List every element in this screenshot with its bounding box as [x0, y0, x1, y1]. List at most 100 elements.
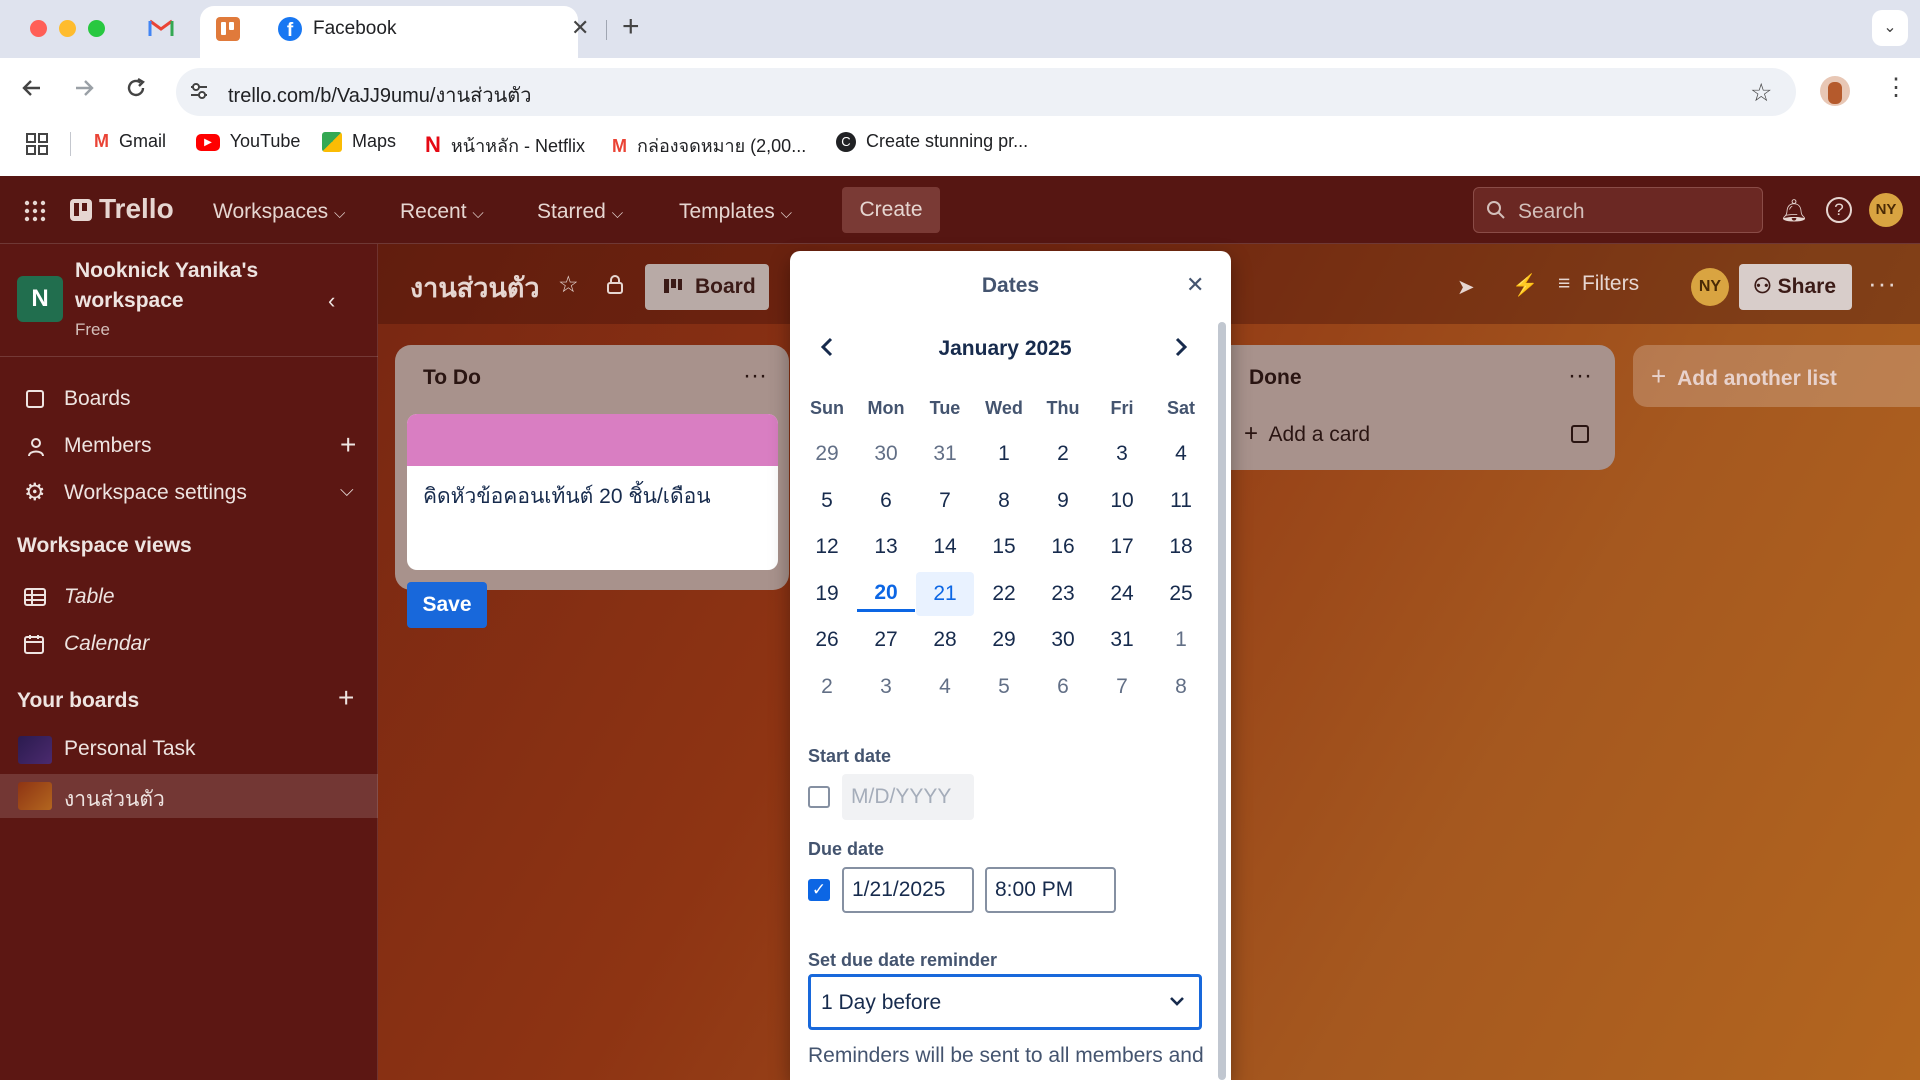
apps-grid-icon[interactable] — [26, 133, 48, 155]
card-editor[interactable]: คิดหัวข้อคอนเท้นต์ 20 ชิ้น/เดือน — [407, 414, 778, 570]
card-text-input[interactable]: คิดหัวข้อคอนเท้นต์ 20 ชิ้น/เดือน — [407, 466, 778, 527]
due-time-input[interactable]: 8:00 PM — [985, 867, 1116, 913]
calendar-day[interactable]: 9 — [1034, 479, 1092, 523]
calendar-day[interactable]: 6 — [1034, 665, 1092, 709]
calendar-day[interactable]: 8 — [975, 479, 1033, 523]
bookmark-gmail[interactable]: M Gmail — [94, 131, 166, 152]
calendar-day[interactable]: 3 — [1093, 432, 1151, 476]
calendar-day-selected[interactable]: 21 — [916, 572, 974, 616]
power-ups-icon[interactable]: ➤ — [1457, 275, 1475, 300]
list-menu-icon[interactable]: ··· — [1568, 362, 1592, 390]
nav-workspaces[interactable]: Workspaces ⌵ — [213, 200, 345, 224]
card-template-icon[interactable] — [1571, 425, 1589, 443]
calendar-day[interactable]: 27 — [857, 618, 915, 662]
calendar-day[interactable]: 31 — [916, 432, 974, 476]
minimize-window-button[interactable] — [59, 20, 76, 37]
calendar-day[interactable]: 30 — [857, 432, 915, 476]
calendar-day[interactable]: 15 — [975, 525, 1033, 569]
calendar-day[interactable]: 5 — [975, 665, 1033, 709]
app-switcher-icon[interactable] — [24, 200, 46, 222]
reminder-select[interactable]: 1 Day before — [808, 974, 1202, 1030]
calendar-day[interactable]: 8 — [1152, 665, 1210, 709]
calendar-day[interactable]: 13 — [857, 525, 915, 569]
sidebar-view-table[interactable]: Table — [0, 578, 378, 618]
calendar-day[interactable]: 3 — [857, 665, 915, 709]
trello-logo-text[interactable]: Trello — [99, 193, 174, 225]
forward-icon[interactable] — [72, 76, 96, 100]
gmail-tab[interactable] — [148, 18, 174, 38]
nav-recent[interactable]: Recent ⌵ — [400, 200, 484, 224]
bookmark-maps[interactable]: Maps — [322, 131, 396, 153]
calendar-day[interactable]: 1 — [975, 432, 1033, 476]
add-board-icon[interactable]: + — [338, 682, 354, 714]
bookmark-netflix[interactable]: N หน้าหลัก - Netflix — [425, 131, 585, 160]
calendar-day[interactable]: 24 — [1093, 572, 1151, 616]
add-list-button[interactable]: + Add another list — [1633, 345, 1920, 407]
calendar-day[interactable]: 10 — [1093, 479, 1151, 523]
calendar-day[interactable]: 18 — [1152, 525, 1210, 569]
calendar-day[interactable]: 28 — [916, 618, 974, 662]
prev-month-icon[interactable] — [818, 336, 836, 358]
sidebar-item-settings[interactable]: ⚙ Workspace settings ⌵ — [0, 474, 378, 514]
calendar-day[interactable]: 2 — [1034, 432, 1092, 476]
notifications-icon[interactable]: 🔔︎ — [1780, 198, 1808, 224]
visibility-lock-icon[interactable] — [606, 274, 624, 294]
popover-scrollbar[interactable] — [1218, 322, 1226, 1080]
nav-starred[interactable]: Starred ⌵ — [537, 200, 623, 224]
board-title[interactable]: งานส่วนตัว — [410, 266, 540, 309]
calendar-day[interactable]: 31 — [1093, 618, 1151, 662]
calendar-day[interactable]: 11 — [1152, 479, 1210, 523]
calendar-day[interactable]: 29 — [975, 618, 1033, 662]
tab-search-chevron-icon[interactable]: ⌄ — [1872, 10, 1908, 46]
back-icon[interactable] — [20, 76, 44, 100]
sidebar-board-personal-task[interactable]: Personal Task — [0, 730, 378, 770]
calendar-day[interactable]: 5 — [798, 479, 856, 523]
board-view-button[interactable]: Board — [645, 264, 769, 310]
url-text[interactable]: trello.com/b/VaJJ9umu/งานส่วนตัว — [228, 79, 532, 111]
calendar-day[interactable]: 4 — [1152, 432, 1210, 476]
board-menu-icon[interactable]: ··· — [1868, 268, 1897, 299]
calendar-day-today[interactable]: 20 — [857, 572, 915, 612]
due-date-checkbox[interactable]: ✓ — [808, 879, 830, 901]
close-window-button[interactable] — [30, 20, 47, 37]
bookmark-canva[interactable]: C Create stunning pr... — [836, 131, 1028, 153]
calendar-day[interactable]: 1 — [1152, 618, 1210, 662]
list-menu-icon[interactable]: ··· — [743, 362, 767, 390]
calendar-day[interactable]: 30 — [1034, 618, 1092, 662]
calendar-day[interactable]: 25 — [1152, 572, 1210, 616]
filters-button[interactable]: ≡ Filters — [1558, 272, 1639, 296]
calendar-day[interactable]: 14 — [916, 525, 974, 569]
site-info-icon[interactable] — [188, 80, 210, 102]
calendar-day[interactable]: 22 — [975, 572, 1033, 616]
save-button[interactable]: Save — [407, 582, 487, 628]
profile-avatar[interactable] — [1820, 76, 1850, 106]
calendar-day[interactable]: 29 — [798, 432, 856, 476]
collapse-sidebar-icon[interactable]: ‹ — [328, 288, 335, 314]
calendar-day[interactable]: 17 — [1093, 525, 1151, 569]
calendar-day[interactable]: 26 — [798, 618, 856, 662]
start-date-input[interactable]: M/D/YYYY — [842, 774, 974, 820]
calendar-day[interactable]: 12 — [798, 525, 856, 569]
bookmark-youtube[interactable]: ▶ YouTube — [196, 131, 300, 152]
list-title[interactable]: Done — [1249, 366, 1302, 390]
help-icon[interactable]: ? — [1826, 197, 1852, 223]
due-date-input[interactable]: 1/21/2025 — [842, 867, 974, 913]
reload-icon[interactable] — [124, 76, 148, 100]
close-popover-icon[interactable]: ✕ — [1186, 272, 1204, 298]
sidebar-item-boards[interactable]: Boards — [0, 380, 378, 420]
board-member-avatar[interactable]: NY — [1691, 268, 1729, 306]
bookmark-star-icon[interactable]: ☆ — [1750, 78, 1772, 108]
calendar-day[interactable]: 16 — [1034, 525, 1092, 569]
bookmark-inbox[interactable]: M กล่องจดหมาย (2,00... — [612, 131, 806, 160]
new-tab-icon[interactable]: + — [622, 10, 640, 44]
calendar-day[interactable]: 7 — [916, 479, 974, 523]
sidebar-board-active[interactable]: งานส่วนตัว — [0, 774, 378, 818]
calendar-day[interactable]: 6 — [857, 479, 915, 523]
automation-icon[interactable]: ⚡ — [1512, 274, 1538, 298]
share-button[interactable]: ⚇ Share — [1739, 264, 1852, 310]
calendar-day[interactable]: 23 — [1034, 572, 1092, 616]
start-date-checkbox[interactable] — [808, 786, 830, 808]
search-input[interactable]: Search — [1473, 187, 1763, 233]
create-button[interactable]: Create — [842, 187, 940, 233]
star-board-icon[interactable]: ☆ — [558, 271, 579, 298]
